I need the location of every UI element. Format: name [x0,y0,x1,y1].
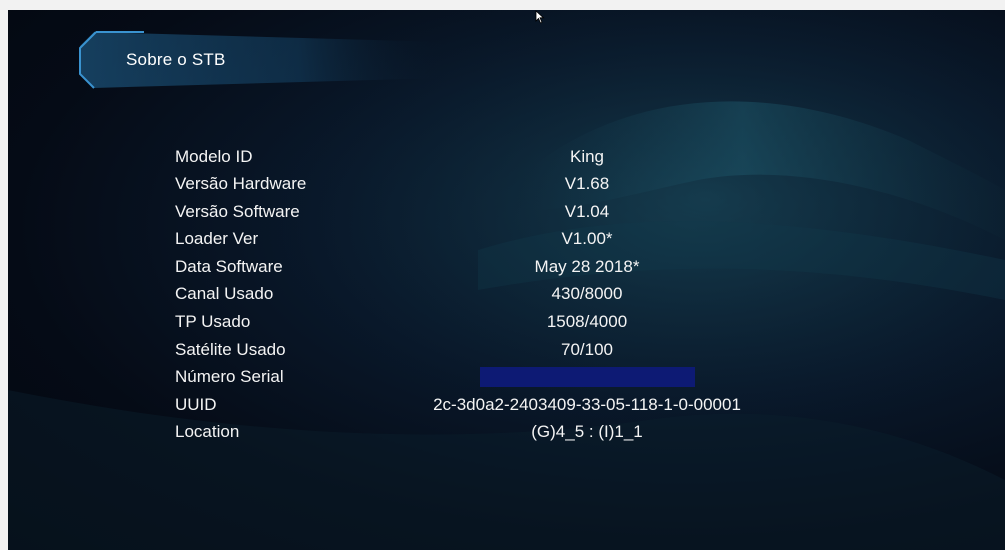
info-row-canal-usado: Canal Usado 430/8000 [175,284,875,311]
info-label: Data Software [175,257,283,276]
info-value: May 28 2018* [534,257,640,276]
capture-frame: Sobre o STB Modelo ID King Versão Hardwa… [0,0,1005,550]
info-label: Satélite Usado [175,340,286,359]
corner-bracket-icon [79,31,444,89]
info-row-modelo-id: Modelo ID King [175,147,875,174]
info-value: V1.04 [564,202,610,221]
info-row-versao-hardware: Versão Hardware V1.68 [175,174,875,201]
page-title: Sobre o STB [126,50,226,69]
info-value: V1.00* [561,229,613,248]
info-value: (G)4_5 : (I)1_1 [531,422,643,441]
info-label: Versão Hardware [175,174,307,193]
info-label: Versão Software [175,202,300,221]
info-value: V1.68 [564,174,610,193]
stb-screen: Sobre o STB Modelo ID King Versão Hardwa… [8,10,1005,550]
title-bar: Sobre o STB [64,30,444,90]
info-row-data-software: Data Software May 28 2018* [175,257,875,284]
info-value: 70/100 [561,340,613,359]
info-value: 1508/4000 [546,312,628,331]
info-value: 430/8000 [551,284,623,303]
mouse-pointer-icon [535,10,545,24]
serial-redaction-block [480,367,695,387]
info-row-versao-software: Versão Software V1.04 [175,202,875,229]
info-row-tp-usado: TP Usado 1508/4000 [175,312,875,339]
info-label: Loader Ver [175,229,259,248]
info-label: TP Usado [175,312,251,331]
info-label: Canal Usado [175,284,274,303]
info-row-loader-ver: Loader Ver V1.00* [175,229,875,256]
info-value: 2c-3d0a2-2403409-33-05-118-1-0-00001 [433,395,741,414]
info-row-satelite-usado: Satélite Usado 70/100 [175,340,875,367]
info-label: Location [175,422,240,441]
info-value: King [569,147,605,166]
info-label: UUID [175,395,217,414]
info-row-numero-serial: Número Serial [175,367,875,394]
info-label: Número Serial [175,367,284,386]
info-label: Modelo ID [175,147,253,166]
info-row-location: Location (G)4_5 : (I)1_1 [175,422,875,449]
info-row-uuid: UUID 2c-3d0a2-2403409-33-05-118-1-0-0000… [175,395,875,422]
